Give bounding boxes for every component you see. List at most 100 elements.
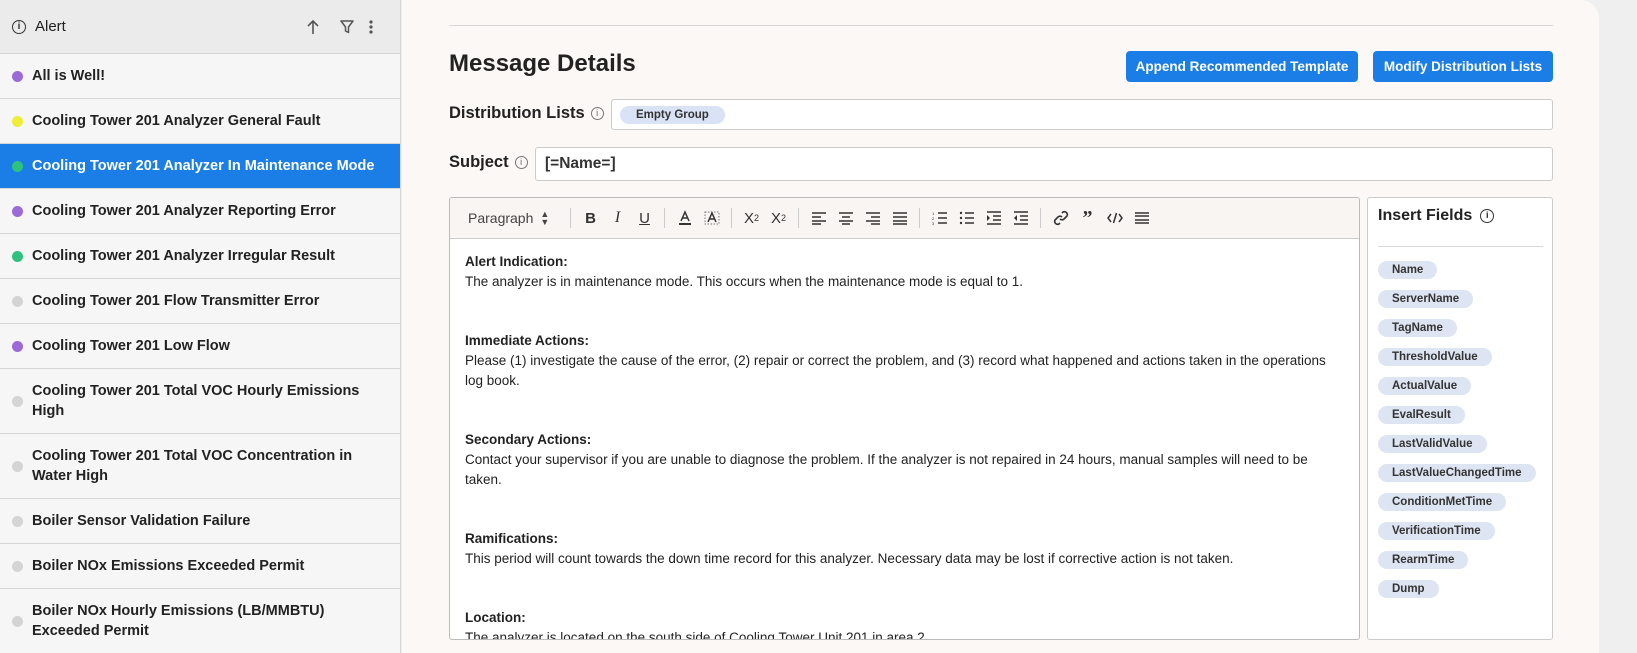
info-icon[interactable]: i xyxy=(514,156,528,169)
superscript-icon[interactable]: X2 xyxy=(765,205,792,231)
block-format-select[interactable]: Paragraph ▲ ▼ xyxy=(462,209,564,227)
section-body: Contact your supervisor if you are unabl… xyxy=(465,452,1308,487)
alert-list-item[interactable]: Boiler NOx Hourly Emissions (LB/MMBTU) E… xyxy=(0,589,400,653)
status-dot-icon xyxy=(12,515,23,527)
insert-field-chip[interactable]: Name xyxy=(1378,261,1438,279)
insert-field-chip[interactable]: RearmTime xyxy=(1378,551,1469,569)
modify-distribution-lists-button[interactable]: Modify Distribution Lists xyxy=(1373,51,1553,82)
insert-field-item: ConditionMetTime xyxy=(1378,492,1536,521)
section-body: The analyzer is in maintenance mode. Thi… xyxy=(465,274,1024,289)
align-right-icon[interactable] xyxy=(859,205,886,231)
editor-content[interactable]: Alert Indication: The analyzer is in main… xyxy=(450,239,1359,640)
append-recommended-template-button[interactable]: Append Recommended Template xyxy=(1126,51,1358,82)
insert-field-chip[interactable]: LastValidValue xyxy=(1378,435,1487,453)
more-options-icon[interactable] xyxy=(364,17,378,37)
alert-list: All is Well! Cooling Tower 201 Analyzer G… xyxy=(0,54,400,653)
insert-field-chip[interactable]: Dump xyxy=(1378,580,1439,598)
section-body: This period will count towards the down … xyxy=(465,551,1234,566)
blockquote-icon[interactable]: ” xyxy=(1074,205,1101,231)
alert-list-item[interactable]: Cooling Tower 201 Analyzer Reporting Err… xyxy=(0,189,400,234)
toolbar-separator xyxy=(570,208,571,228)
insert-field-chip[interactable]: ThresholdValue xyxy=(1378,348,1492,366)
code-icon[interactable] xyxy=(1101,205,1128,231)
section-heading: Ramifications: xyxy=(465,531,559,546)
align-left-icon[interactable] xyxy=(805,205,832,231)
info-icon: i xyxy=(12,19,26,34)
distribution-lists-field[interactable]: Empty Group xyxy=(611,99,1553,130)
alert-list-item-label: All is Well! xyxy=(32,68,106,84)
insert-field-chip[interactable]: ConditionMetTime xyxy=(1378,493,1507,511)
bold-icon[interactable]: B xyxy=(577,205,604,231)
divider xyxy=(1378,246,1543,247)
alert-list-item[interactable]: Cooling Tower 201 Analyzer General Fault xyxy=(0,99,400,144)
section-heading: Immediate Actions: xyxy=(465,333,590,348)
alert-list-item[interactable]: Cooling Tower 201 Analyzer Irregular Res… xyxy=(0,234,400,279)
subscript-icon[interactable]: X2 xyxy=(738,205,765,231)
editor-toolbar: Paragraph ▲ ▼ B I U X2 X2 1 2 3 ” xyxy=(450,198,1359,239)
alert-list-item[interactable]: Cooling Tower 201 Total VOC Concentratio… xyxy=(0,434,400,499)
alert-list-item[interactable]: Cooling Tower 201 Analyzer In Maintenanc… xyxy=(0,144,400,189)
message-section: Secondary Actions: Contact your superviso… xyxy=(465,430,1344,490)
subject-input[interactable]: [=Name=] xyxy=(535,147,1553,181)
insert-field-item: ActualValue xyxy=(1378,376,1536,405)
italic-icon[interactable]: I xyxy=(604,205,631,231)
alert-list-item-label: Boiler NOx Emissions Exceeded Permit xyxy=(32,558,305,574)
insert-field-chip[interactable]: TagName xyxy=(1378,319,1457,337)
insert-fields-panel: Insert Fields i Name ServerName TagName Thr… xyxy=(1367,197,1553,640)
message-section: Alert Indication: The analyzer is in main… xyxy=(465,252,1344,292)
indent-icon[interactable] xyxy=(980,205,1007,231)
ordered-list-icon[interactable]: 123 xyxy=(926,205,953,231)
insert-field-chip[interactable]: LastValueChangedTime xyxy=(1378,464,1536,482)
insert-field-chip[interactable]: ActualValue xyxy=(1378,377,1472,395)
horizontal-rule-icon[interactable] xyxy=(1128,205,1155,231)
insert-field-item: LastValueChangedTime xyxy=(1378,463,1536,492)
insert-fields-list: Name ServerName TagName ThresholdValue Actua… xyxy=(1378,260,1536,608)
highlight-color-icon[interactable] xyxy=(698,205,725,231)
alert-list-item-label: Cooling Tower 201 Total VOC Hourly Emiss… xyxy=(32,383,360,419)
section-body: The analyzer is located on the south sid… xyxy=(465,630,929,640)
insert-field-item: RearmTime xyxy=(1378,550,1536,579)
underline-icon[interactable]: U xyxy=(631,205,658,231)
insert-field-item: TagName xyxy=(1378,318,1536,347)
info-icon[interactable]: i xyxy=(590,107,604,120)
alert-list-item-label: Boiler NOx Hourly Emissions (LB/MMBTU) E… xyxy=(32,603,325,639)
filter-icon[interactable] xyxy=(337,17,357,37)
insert-field-chip[interactable]: VerificationTime xyxy=(1378,522,1495,540)
insert-field-chip[interactable]: ServerName xyxy=(1378,290,1474,308)
alert-list-item[interactable]: Cooling Tower 201 Total VOC Hourly Emiss… xyxy=(0,369,400,434)
align-center-icon[interactable] xyxy=(832,205,859,231)
distribution-group-chip[interactable]: Empty Group xyxy=(620,105,725,124)
status-dot-icon xyxy=(12,395,23,407)
insert-field-chip[interactable]: EvalResult xyxy=(1378,406,1465,424)
message-section: Immediate Actions: Please (1) investigate… xyxy=(465,331,1344,391)
updown-caret-icon: ▲ ▼ xyxy=(540,209,550,227)
status-dot-icon xyxy=(12,250,23,262)
alert-list-item[interactable]: Boiler Sensor Validation Failure xyxy=(0,499,400,544)
svg-text:3: 3 xyxy=(932,221,935,225)
sidebar-title: Alert xyxy=(35,18,66,35)
divider xyxy=(449,25,1553,26)
insert-field-item: EvalResult xyxy=(1378,405,1536,434)
insert-field-item: ThresholdValue xyxy=(1378,347,1536,376)
outdent-icon[interactable] xyxy=(1007,205,1034,231)
alert-list-item[interactable]: Cooling Tower 201 Flow Transmitter Error xyxy=(0,279,400,324)
sort-ascending-icon[interactable] xyxy=(303,17,323,37)
alert-list-item-label: Cooling Tower 201 Analyzer Irregular Res… xyxy=(32,248,335,264)
text-color-icon[interactable] xyxy=(671,205,698,231)
alert-list-item-label: Boiler Sensor Validation Failure xyxy=(32,513,251,529)
align-justify-icon[interactable] xyxy=(886,205,913,231)
toolbar-separator xyxy=(731,208,732,228)
status-dot-icon xyxy=(12,615,23,627)
alert-list-item[interactable]: All is Well! xyxy=(0,54,400,99)
alert-sidebar: i Alert All is Well! Cooling Tower 201 An… xyxy=(0,0,401,653)
insert-field-item: Name xyxy=(1378,260,1536,289)
bullet-list-icon[interactable] xyxy=(953,205,980,231)
insert-field-item: Dump xyxy=(1378,579,1536,608)
link-icon[interactable] xyxy=(1047,205,1074,231)
page-title: Message Details xyxy=(449,50,636,77)
status-dot-icon xyxy=(12,295,23,307)
alert-list-item[interactable]: Boiler NOx Emissions Exceeded Permit xyxy=(0,544,400,589)
insert-field-item: LastValidValue xyxy=(1378,434,1536,463)
info-icon[interactable]: i xyxy=(1480,209,1495,223)
alert-list-item[interactable]: Cooling Tower 201 Low Flow xyxy=(0,324,400,369)
